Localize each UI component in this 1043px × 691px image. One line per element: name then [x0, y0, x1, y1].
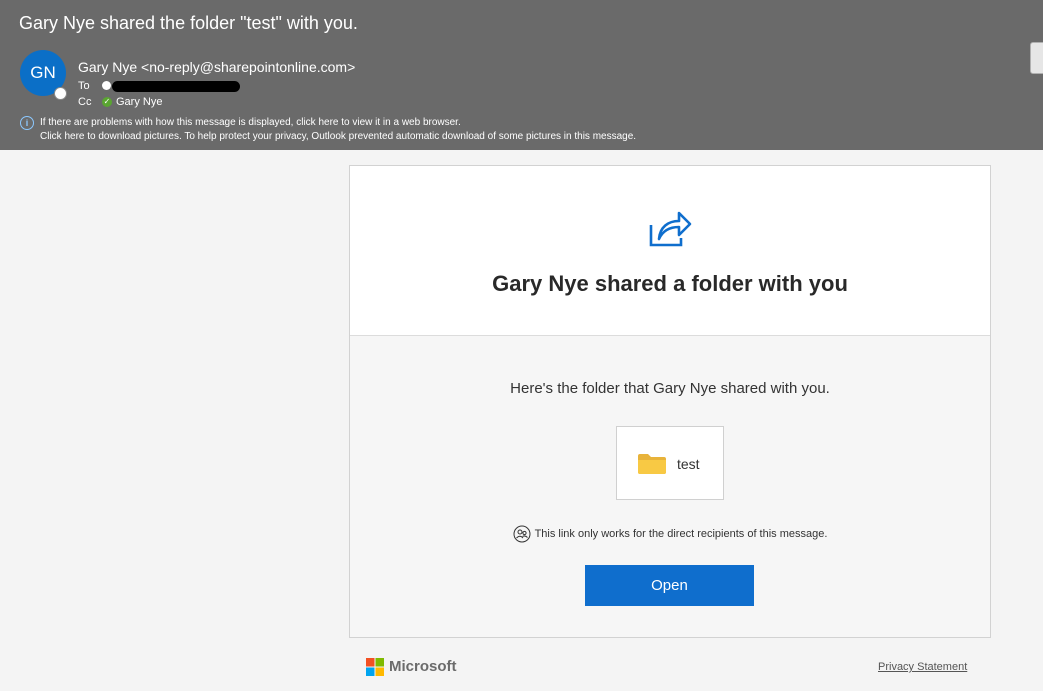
people-icon — [513, 525, 531, 543]
sender-address[interactable]: Gary Nye <no-reply@sharepointonline.com> — [78, 59, 355, 75]
download-pictures-link[interactable]: Click here to download pictures. To help… — [40, 131, 636, 142]
card-title: Gary Nye shared a folder with you — [492, 271, 848, 296]
link-note-text: This link only works for the direct reci… — [534, 527, 828, 540]
to-label: To — [78, 79, 90, 92]
privacy-statement-link[interactable]: Privacy Statement — [878, 661, 967, 673]
presence-indicator-icon — [54, 87, 67, 100]
card-body: Here's the folder that Gary Nye shared w… — [350, 336, 990, 637]
recipient-presence-icon — [102, 81, 111, 90]
email-subject: Gary Nye shared the folder "test" with y… — [19, 13, 358, 33]
view-in-browser-link[interactable]: If there are problems with how this mess… — [40, 117, 461, 128]
to-row: To — [78, 79, 240, 92]
message-header: Gary Nye shared the folder "test" with y… — [0, 0, 1043, 150]
shared-folder-tile[interactable]: test — [616, 426, 724, 500]
folder-name: test — [677, 456, 700, 472]
share-message: Here's the folder that Gary Nye shared w… — [510, 380, 830, 397]
link-restriction-note: This link only works for the direct reci… — [350, 525, 990, 543]
cc-recipient[interactable]: Gary Nye — [116, 96, 162, 108]
info-icon: i — [20, 116, 34, 130]
share-arrow-icon — [649, 211, 692, 247]
folder-icon — [638, 454, 666, 474]
cc-label: Cc — [78, 96, 92, 108]
microsoft-logo-icon — [366, 658, 384, 676]
available-check-icon: ✓ — [102, 97, 112, 107]
header-action-button[interactable] — [1030, 42, 1043, 74]
open-button[interactable]: Open — [585, 565, 754, 606]
cc-row: Cc ✓ Gary Nye — [78, 96, 162, 108]
redacted-recipient[interactable] — [112, 81, 240, 92]
card-header: Gary Nye shared a folder with you — [350, 166, 990, 336]
email-reading-pane: Gary Nye shared the folder "test" with y… — [0, 0, 1043, 691]
microsoft-brand: Microsoft — [389, 658, 457, 675]
share-card: Gary Nye shared a folder with you Here's… — [349, 165, 991, 638]
